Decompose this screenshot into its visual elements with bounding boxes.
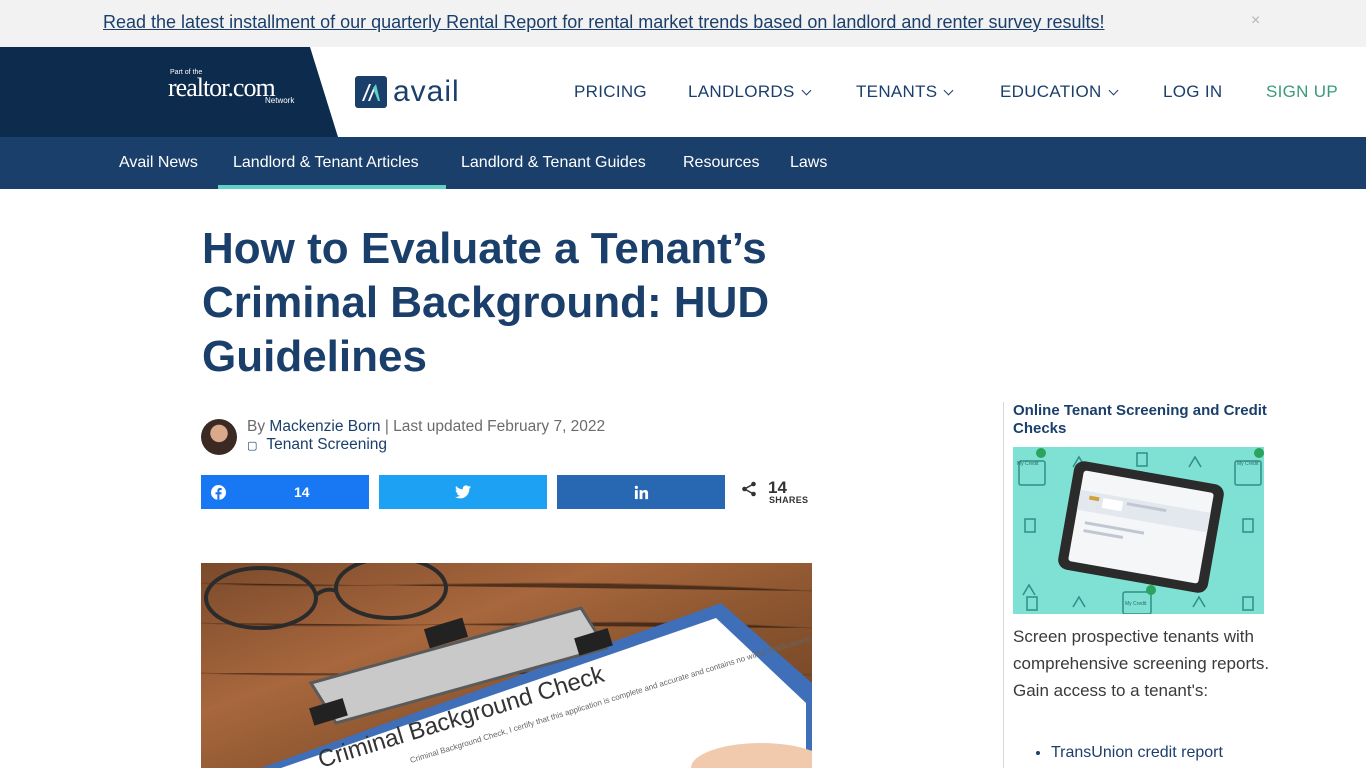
article-title: How to Evaluate a Tenant’s Criminal Back… <box>202 224 770 381</box>
hero-illustration: Criminal Background Check Criminal Backg… <box>201 563 812 768</box>
subnav-active-indicator <box>218 185 446 189</box>
category-line: ▢ Tenant Screening <box>247 436 387 454</box>
nav-tenants[interactable]: TENANTS <box>856 82 954 102</box>
nav-landlords-label: LANDLORDS <box>688 82 795 101</box>
chevron-down-icon <box>1108 85 1119 96</box>
subnav-guides[interactable]: Landlord & Tenant Guides <box>461 154 646 172</box>
nav-tenants-label: TENANTS <box>856 82 938 101</box>
site-header: Part of the realtor.com Network avail PR… <box>0 47 1366 137</box>
chevron-down-icon <box>801 85 812 96</box>
nav-signup[interactable]: SIGN UP <box>1266 82 1338 102</box>
nav-education-label: EDUCATION <box>1000 82 1102 101</box>
author-link[interactable]: Mackenzie Born <box>269 418 380 435</box>
my-credit-label-left: My Credit <box>1017 461 1039 467</box>
share-total: 14 SHARES <box>741 478 821 508</box>
twitter-icon <box>455 485 471 499</box>
share-total-label: SHARES <box>769 495 809 505</box>
avail-wordmark: avail <box>393 75 460 108</box>
share-icon <box>742 481 756 497</box>
close-icon[interactable]: × <box>1251 12 1260 30</box>
hero-image: Criminal Background Check Criminal Backg… <box>201 563 812 768</box>
my-credit-label-right: My Credit <box>1237 461 1259 467</box>
realtor-name: realtor.com <box>168 73 276 102</box>
tablet-illustration: My Credit My Credit My Credit <box>1017 448 1264 614</box>
folder-icon: ▢ <box>247 440 258 452</box>
nav-landlords[interactable]: LANDLORDS <box>688 82 812 102</box>
category-link[interactable]: Tenant Screening <box>266 436 387 453</box>
linkedin-icon <box>634 485 648 499</box>
subnav-avail-news[interactable]: Avail News <box>119 154 198 172</box>
subnav-articles[interactable]: Landlord & Tenant Articles <box>233 154 419 172</box>
sidebar: Online Tenant Screening and Credit Check… <box>1003 402 1283 768</box>
sidebar-title[interactable]: Online Tenant Screening and Credit Check… <box>1013 402 1273 438</box>
byline-by: By <box>247 418 266 435</box>
realtor-network: Network <box>265 96 295 105</box>
nav-education[interactable]: EDUCATION <box>1000 82 1119 102</box>
twitter-share-button[interactable] <box>379 475 547 509</box>
facebook-share-count: 14 <box>294 484 310 500</box>
author-avatar <box>201 419 237 455</box>
list-item[interactable]: TransUnion credit report <box>1051 744 1223 762</box>
sidebar-description: Screen prospective tenants with comprehe… <box>1013 627 1270 700</box>
avail-logo[interactable]: avail <box>355 76 460 108</box>
subnav-resources[interactable]: Resources <box>683 154 759 172</box>
subnav-laws[interactable]: Laws <box>790 154 827 172</box>
tenant-screening-image[interactable]: My Credit My Credit My Credit <box>1013 447 1264 614</box>
nav-pricing[interactable]: PRICING <box>574 82 647 102</box>
announcement-link[interactable]: Read the latest installment of our quart… <box>103 12 1105 33</box>
facebook-share-button[interactable]: 14 <box>201 475 369 509</box>
nav-login[interactable]: LOG IN <box>1163 82 1222 102</box>
byline: By Mackenzie Born | Last updated Februar… <box>247 418 605 436</box>
facebook-icon <box>211 484 226 500</box>
announcement-bar: Read the latest installment of our quart… <box>0 0 1366 47</box>
last-updated: | Last updated February 7, 2022 <box>380 418 606 435</box>
my-credit-label-bottom: My Credit <box>1125 601 1147 607</box>
linkedin-share-button[interactable] <box>557 475 725 509</box>
sub-navigation: Avail News Landlord & Tenant Articles La… <box>0 137 1366 189</box>
realtor-logo[interactable]: Part of the realtor.com Network <box>168 69 308 109</box>
sidebar-feature-list: TransUnion credit report <box>1051 744 1223 762</box>
avail-logo-icon <box>355 76 387 108</box>
chevron-down-icon <box>944 85 954 96</box>
